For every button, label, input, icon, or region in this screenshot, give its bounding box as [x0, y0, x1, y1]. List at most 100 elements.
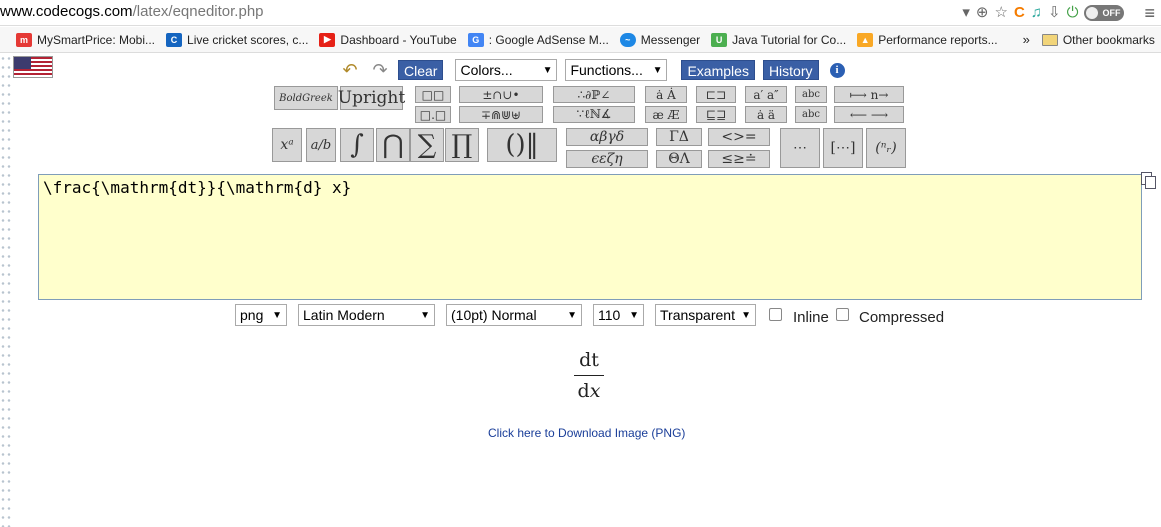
bookmarks-bar: m MySmartPrice: Mobi... C Live cricket s…: [0, 27, 1161, 53]
overbrace-button[interactable]: abc: [795, 86, 827, 103]
menu-icon[interactable]: ≡: [1144, 3, 1155, 24]
colors-select[interactable]: Colors... ▼: [455, 59, 558, 81]
bookmark-label: MySmartPrice: Mobi...: [37, 32, 156, 47]
chevron-down-icon: ▼: [652, 64, 663, 76]
boldgreek-button[interactable]: BoldGreek: [274, 86, 338, 110]
denominator-d: d: [577, 380, 590, 402]
brackets-button[interactable]: ()‖: [487, 128, 557, 162]
url-domain: www.codecogs.com: [0, 3, 133, 20]
redo-icon[interactable]: ↷: [368, 60, 392, 80]
chevron-down-icon: ▼: [272, 309, 282, 321]
relations-button[interactable]: <>=: [708, 128, 770, 146]
examples-button[interactable]: Examples: [681, 60, 755, 80]
download-icon[interactable]: ⇩: [1048, 3, 1061, 23]
us-flag-icon[interactable]: [13, 56, 53, 78]
inline-label: Inline: [793, 309, 829, 326]
youtube-icon: ▶: [319, 32, 336, 47]
greek-lower-button[interactable]: αβγδ: [566, 128, 648, 146]
bookmark-label: Dashboard - YouTube: [340, 32, 457, 47]
address-bar[interactable]: www.codecogs.com/latex/eqneditor.php ▾ ⊕…: [0, 0, 1161, 26]
arrows-2-button[interactable]: ⟵ ⟶: [834, 106, 904, 123]
intersection-button[interactable]: ⋂: [376, 128, 410, 162]
info-icon[interactable]: i: [829, 62, 845, 78]
underbrace-button[interactable]: abc: [795, 106, 827, 123]
subset-button[interactable]: ⊏⊐: [696, 86, 736, 103]
font-select[interactable]: Latin Modern ▼: [298, 304, 435, 326]
history-button[interactable]: History: [762, 60, 819, 80]
functions-select-value: Functions...: [570, 62, 643, 78]
logic-symbols-button[interactable]: ∴∂ℙ∠: [553, 86, 635, 103]
equation-numerator: dt: [579, 349, 599, 371]
background-select-value: Transparent: [660, 307, 735, 323]
greek-lower-2-button[interactable]: ϵεζη: [566, 150, 648, 168]
subset-eq-button[interactable]: ⊑⊒: [696, 106, 736, 123]
left-decoration-strip: [0, 54, 12, 527]
relations-2-button[interactable]: ≤≥≐: [708, 150, 770, 168]
bookmark-mysmartprice[interactable]: m MySmartPrice: Mobi...: [16, 32, 156, 47]
accents-button[interactable]: ȧ Ȧ: [645, 86, 687, 103]
bookmark-messenger[interactable]: ~ Messenger: [619, 32, 700, 47]
clear-button[interactable]: Clear: [398, 60, 444, 80]
star-icon[interactable]: ☆: [994, 3, 1007, 23]
url-text[interactable]: www.codecogs.com/latex/eqneditor.php: [0, 3, 264, 20]
format-select-value: png: [240, 307, 264, 323]
functions-select[interactable]: Functions... ▼: [565, 59, 668, 81]
operators-button[interactable]: ±∩∪•: [459, 86, 543, 103]
udemy-icon: U: [711, 32, 728, 47]
inline-checkbox[interactable]: [769, 308, 782, 321]
bookmark-adsense[interactable]: G : Google AdSense M...: [467, 32, 609, 47]
dots-matrix-button[interactable]: ⋯: [780, 128, 820, 168]
bookmark-label: Live cricket scores, c...: [187, 32, 309, 47]
power-icon[interactable]: ⏻: [1067, 3, 1079, 23]
bookmark-performance[interactable]: ▲ Performance reports...: [857, 32, 998, 47]
fraction-button[interactable]: a/b: [306, 128, 336, 162]
greek-upper-2-button[interactable]: ΘΛ: [656, 150, 702, 168]
dropdown-icon[interactable]: ▾: [962, 3, 970, 23]
font-select-value: Latin Modern: [303, 307, 385, 323]
background-select[interactable]: Transparent ▼: [655, 304, 756, 326]
greek-upper-button[interactable]: ΓΔ: [656, 128, 702, 146]
logic-symbols-2-button[interactable]: ∵ℓℕ∡: [553, 106, 635, 123]
prime-button[interactable]: a′ a″: [745, 86, 787, 103]
operators-2-button[interactable]: ∓⋒⋓⊎: [459, 106, 543, 123]
other-bookmarks[interactable]: Other bookmarks: [1041, 32, 1155, 47]
off-toggle[interactable]: OFF: [1084, 5, 1125, 21]
compressed-label: Compressed: [859, 309, 945, 326]
arrows-button[interactable]: ⟼ n→: [834, 86, 904, 103]
cricbuzz-icon: C: [166, 32, 183, 47]
copy-icon[interactable]: [1140, 171, 1157, 189]
ligatures-button[interactable]: æ Æ: [645, 106, 687, 123]
extension-c-icon[interactable]: C: [1014, 3, 1025, 23]
integral-button[interactable]: ∫: [340, 128, 374, 162]
product-button[interactable]: ∏: [445, 128, 479, 162]
bookmark-label: Java Tutorial for Co...: [732, 32, 847, 47]
upright-button[interactable]: Upright: [338, 86, 405, 110]
superscript-button[interactable]: xᵃ: [272, 128, 302, 162]
sum-button[interactable]: ∑: [410, 128, 444, 162]
editor-top-toolbar: ↶ ↷ Clear Colors... ▼ Functions... ▼ Exa…: [338, 59, 845, 81]
analytics-icon: ▲: [857, 32, 874, 47]
more-bookmarks-chevron[interactable]: »: [1023, 32, 1030, 47]
bookmark-java-tutorial[interactable]: U Java Tutorial for Co...: [711, 32, 847, 47]
binomial-button[interactable]: (ⁿᵣ): [866, 128, 906, 168]
folder-icon: [1041, 33, 1058, 46]
url-path: /latex/eqneditor.php: [132, 3, 264, 20]
rendered-equation: dt dx: [568, 349, 610, 402]
format-select[interactable]: png ▼: [235, 304, 287, 326]
dpi-select[interactable]: 110 ▼: [593, 304, 644, 326]
download-image-link[interactable]: Click here to Download Image (PNG): [488, 426, 685, 440]
size-select[interactable]: (10pt) Normal ▼: [446, 304, 582, 326]
zoom-icon[interactable]: ⊕: [976, 3, 989, 23]
undo-icon[interactable]: ↶: [338, 60, 362, 80]
latex-input[interactable]: \frac{\mathrm{dt}}{\mathrm{d} x}: [38, 174, 1142, 300]
size-select-value: (10pt) Normal: [451, 307, 537, 323]
compressed-checkbox[interactable]: [836, 308, 849, 321]
headphones-icon[interactable]: ♫: [1031, 3, 1042, 23]
matrix-layout-button[interactable]: □□: [415, 86, 451, 103]
bookmark-youtube[interactable]: ▶ Dashboard - YouTube: [319, 32, 457, 47]
other-bookmarks-label: Other bookmarks: [1062, 32, 1155, 47]
bookmark-cricket[interactable]: C Live cricket scores, c...: [166, 32, 309, 47]
bracket-matrix-button[interactable]: [⋯]: [823, 128, 863, 168]
dots-accent-button[interactable]: ȧ ä: [745, 106, 787, 123]
subscript-layout-button[interactable]: □.□: [415, 106, 451, 123]
